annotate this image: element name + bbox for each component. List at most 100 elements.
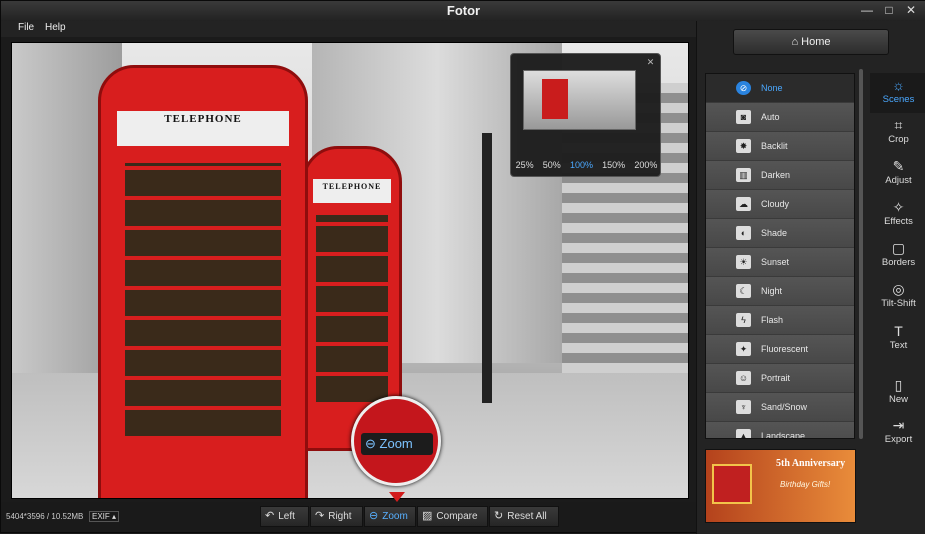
- callout-arrow: [389, 492, 405, 502]
- scene-item-landscape[interactable]: ▲ Landscape: [706, 422, 854, 439]
- palm-icon: ♆: [736, 400, 751, 414]
- menu-file[interactable]: File: [18, 22, 34, 33]
- none-icon: ⊘: [736, 81, 751, 95]
- tool-scenes[interactable]: ☼ Scenes: [870, 73, 925, 113]
- zoom-icon: ⊖: [369, 510, 379, 522]
- exif-button[interactable]: EXIF ▴: [89, 511, 120, 522]
- scene-item-shade[interactable]: ◐ Shade: [706, 219, 854, 248]
- tool-text[interactable]: T Text: [870, 319, 925, 359]
- zoom-level-100[interactable]: 100%: [570, 160, 593, 170]
- scene-list-scrollbar[interactable]: [859, 69, 863, 439]
- street-lamp: [482, 133, 492, 403]
- tool-new[interactable]: ▯ New: [870, 373, 925, 413]
- bottom-toolbar: 5404*3596 / 10.52MB EXIF ▴ ↶ Left ↷ Right …: [1, 502, 696, 532]
- scene-item-sand-snow[interactable]: ♆ Sand/Snow: [706, 393, 854, 422]
- tool-adjust[interactable]: ✎ Adjust: [870, 154, 925, 194]
- home-label: Home: [801, 36, 831, 48]
- compare-label: Compare: [436, 511, 478, 522]
- close-button[interactable]: ✕: [903, 3, 919, 17]
- tool-crop[interactable]: ⌗ Crop: [870, 113, 925, 153]
- maximize-button[interactable]: □: [881, 3, 897, 17]
- image-info: 5404*3596 / 10.52MB: [6, 512, 84, 521]
- tool-label: Adjust: [885, 175, 912, 186]
- border-icon: ▢: [891, 240, 906, 256]
- reset-all-button[interactable]: ↻ Reset All: [489, 506, 559, 527]
- crop-icon: ⌗: [894, 117, 903, 133]
- scene-item-fluorescent[interactable]: ✦ Fluorescent: [706, 335, 854, 364]
- tool-borders[interactable]: ▢ Borders: [870, 236, 925, 276]
- flash-icon: ϟ: [736, 313, 751, 327]
- rotate-right-icon: ↷: [315, 510, 325, 522]
- scene-item-cloudy[interactable]: ☁ Cloudy: [706, 190, 854, 219]
- reset-icon: ↻: [494, 510, 504, 522]
- scene-label: Backlit: [761, 141, 788, 151]
- phone-booth-front: TELEPHONE: [98, 65, 308, 498]
- scene-label: Auto: [761, 112, 780, 122]
- scene-item-darken[interactable]: ▥ Darken: [706, 161, 854, 190]
- menu-help[interactable]: Help: [45, 22, 66, 33]
- zoom-navigator[interactable]: ✕ 25% 50% 100% 150% 200%: [510, 53, 661, 177]
- scene-label: Shade: [761, 228, 788, 238]
- tool-label: Export: [884, 434, 913, 445]
- compare-button[interactable]: ▨ Compare: [417, 506, 488, 527]
- scene-item-none[interactable]: ⊘ None: [706, 74, 854, 103]
- scene-label: Landscape: [761, 431, 806, 439]
- tool-label: Effects: [884, 216, 913, 227]
- scene-item-portrait[interactable]: ☺ Portrait: [706, 364, 854, 393]
- scene-label: None: [761, 83, 783, 93]
- zoom-magnifier-icon: ⊖: [365, 436, 376, 451]
- scene-item-night[interactable]: ☾ Night: [706, 277, 854, 306]
- zoom-label: Zoom: [382, 511, 408, 522]
- scene-label: Sunset: [761, 257, 790, 267]
- export-icon: ⇥: [892, 417, 905, 433]
- zoom-level-50[interactable]: 50%: [543, 160, 561, 170]
- scene-label: Cloudy: [761, 199, 790, 209]
- cloud-icon: ☁: [736, 197, 751, 211]
- right-panel: ⌂ Home ⊘ None ◙ Auto ✸ Backlit ▥ Darken ☁ Cloudy ◐…: [696, 21, 925, 534]
- scene-item-auto[interactable]: ◙ Auto: [706, 103, 854, 132]
- ad-headline: 5th Anniversary: [776, 458, 846, 469]
- zoom-button[interactable]: ⊖ Zoom: [364, 506, 416, 527]
- camera-icon: ◙: [736, 110, 751, 124]
- tool-label: Text: [889, 340, 908, 351]
- scene-label: Sand/Snow: [761, 402, 808, 412]
- tool-effects[interactable]: ✧ Effects: [870, 195, 925, 235]
- fluorescent-icon: ✦: [736, 342, 751, 356]
- navigator-close-icon[interactable]: ✕: [646, 58, 655, 67]
- menu-bar: File Help: [1, 21, 696, 37]
- zoom-level-200[interactable]: 200%: [634, 160, 657, 170]
- rotate-left-icon: ↶: [265, 510, 275, 522]
- zoom-level-25[interactable]: 25%: [516, 160, 534, 170]
- tool-tilt-shift[interactable]: ◎ Tilt-Shift: [870, 277, 925, 317]
- rotate-right-button[interactable]: ↷ Right: [310, 506, 363, 527]
- booth-windows: [125, 163, 281, 440]
- sunset-icon: ☀: [736, 255, 751, 269]
- tool-label: New: [888, 394, 908, 405]
- darken-icon: ▥: [736, 168, 751, 182]
- scene-label: Portrait: [761, 373, 791, 383]
- text-icon: T: [894, 323, 903, 339]
- zoom-level-150[interactable]: 150%: [602, 160, 625, 170]
- minimize-button[interactable]: —: [859, 3, 875, 17]
- pencil-icon: ✎: [892, 158, 905, 174]
- zoom-callout: ⊖ Zoom: [351, 396, 441, 486]
- backlit-icon: ✸: [736, 139, 751, 153]
- scene-item-sunset[interactable]: ☀ Sunset: [706, 248, 854, 277]
- home-button[interactable]: ⌂ Home: [733, 29, 889, 55]
- tool-label: Scenes: [882, 94, 915, 105]
- rotate-left-button[interactable]: ↶ Left: [260, 506, 309, 527]
- tool-export[interactable]: ⇥ Export: [870, 413, 925, 453]
- scene-item-backlit[interactable]: ✸ Backlit: [706, 132, 854, 161]
- tool-label: Crop: [888, 134, 909, 145]
- anniversary-ad-banner[interactable]: 5th Anniversary Birthday Gifts!: [705, 449, 856, 523]
- landscape-icon: ▲: [736, 429, 751, 438]
- scene-item-flash[interactable]: ϟ Flash: [706, 306, 854, 335]
- zoom-callout-label: Zoom: [379, 436, 413, 451]
- app-window: Fotor — □ ✕ File Help TELEPHONE TELEPHON…: [0, 0, 925, 534]
- zoom-callout-button: ⊖ Zoom: [361, 433, 433, 455]
- reset-all-label: Reset All: [507, 511, 547, 522]
- new-file-icon: ▯: [894, 377, 903, 393]
- portrait-icon: ☺: [736, 371, 751, 385]
- scene-label: Darken: [761, 170, 791, 180]
- navigator-thumbnail[interactable]: [523, 70, 636, 130]
